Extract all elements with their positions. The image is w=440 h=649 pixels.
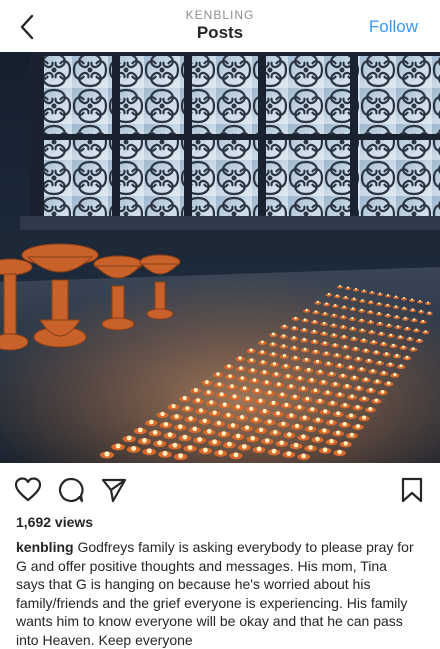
- view-count: 1,692 views: [16, 514, 94, 530]
- post-caption: kenbling Godfreys family is asking every…: [16, 538, 416, 649]
- paper-plane-icon[interactable]: [100, 476, 128, 504]
- comment-icon[interactable]: [57, 476, 85, 504]
- post-photo[interactable]: [0, 52, 440, 463]
- heart-icon[interactable]: [14, 476, 42, 504]
- top-nav-bar: KENBLING Posts Follow: [0, 0, 440, 52]
- follow-button[interactable]: Follow: [369, 17, 418, 37]
- post-action-bar: [0, 470, 440, 510]
- caption-username[interactable]: kenbling: [16, 539, 74, 555]
- post-image: [0, 52, 440, 463]
- caption-text: Godfreys family is asking everybody to p…: [16, 539, 414, 648]
- bookmark-icon[interactable]: [398, 476, 426, 504]
